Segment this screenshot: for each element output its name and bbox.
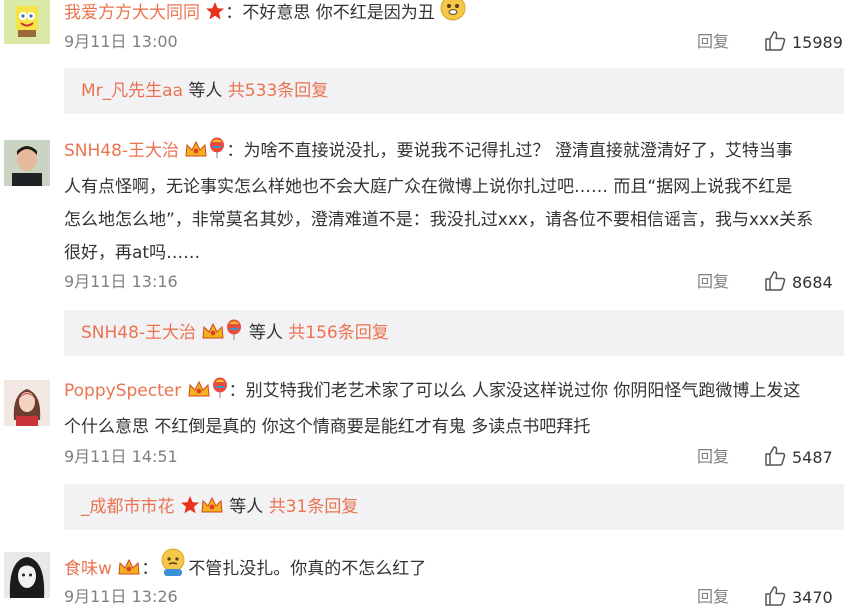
- crown-badge-icon: [187, 378, 211, 411]
- reply-thread-box[interactable]: Mr_凡先生aa 等人 共533条回复: [64, 68, 844, 114]
- thread-username[interactable]: SNH48-王大治: [81, 323, 196, 343]
- like-count: 8684: [792, 273, 833, 292]
- comment-time: 9月11日 13:26: [64, 587, 178, 606]
- like-count: 15989: [792, 33, 843, 52]
- comment-text: ：不好意思 你不红是因为丑: [225, 3, 435, 23]
- reply-button[interactable]: 回复: [697, 30, 729, 54]
- comment-1: 我爱方方大大同同 ：不好意思 你不红是因为丑 9月11日 13:00 回复 15…: [0, 0, 858, 130]
- thread-etc: 等人: [183, 81, 228, 101]
- comment-time: 9月11日 13:00: [64, 32, 178, 51]
- comment-content: SNH48-王大治 ：为啥不直接说没扎，要说我不记得扎过？ 澄清直接就澄清好了，…: [64, 135, 844, 270]
- red-star-badge-icon: [205, 0, 225, 33]
- comment-text-line-2: 人有点怪啊，无论事实怎么样她也不会大庭广众在微博上说你扎过吧…… 而且“据网上说…: [64, 177, 793, 197]
- like-button[interactable]: 15989: [764, 30, 843, 54]
- crown-badge-icon: [184, 138, 208, 171]
- balloon-badge-icon: [208, 137, 226, 171]
- avatar[interactable]: [4, 380, 50, 426]
- comment-text-line-1: ：别艾特我们老艺术家了可以么 人家没这样说过你 你阴阳怪气跑微博上发这: [228, 381, 801, 401]
- thumbs-up-icon: [765, 31, 786, 51]
- thread-total[interactable]: 共156条回复: [288, 323, 388, 343]
- reply-thread-box[interactable]: _成都市市花 等人 共31条回复: [64, 484, 844, 530]
- reply-button[interactable]: 回复: [697, 585, 729, 609]
- avatar[interactable]: [4, 552, 50, 598]
- username-link[interactable]: PoppySpecter: [64, 381, 181, 401]
- comment-3: PoppySpecter ：别艾特我们老艺术家了可以么 人家没这样说过你 你阴阳…: [0, 370, 858, 542]
- balloon-badge-icon: [225, 313, 243, 359]
- comment-content: 食味w ： 不管扎没扎。你真的不怎么红了: [64, 547, 844, 589]
- thread-username[interactable]: Mr_凡先生aa: [81, 81, 183, 101]
- comment-content: 我爱方方大大同同 ：不好意思 你不红是因为丑: [64, 0, 844, 33]
- thread-etc: 等人: [223, 497, 269, 517]
- like-button[interactable]: 5487: [764, 445, 833, 469]
- comment-text: 不管扎没扎。你真的不怎么红了: [188, 559, 427, 579]
- comment-time: 9月11日 14:51: [64, 447, 178, 466]
- comment-text-line-1: ：为啥不直接说没扎，要说我不记得扎过？ 澄清直接就澄清好了，艾特当事: [226, 141, 793, 161]
- thumbs-up-icon: [765, 271, 786, 291]
- comment-2: SNH48-王大治 ：为啥不直接说没扎，要说我不记得扎过？ 澄清直接就澄清好了，…: [0, 130, 858, 370]
- like-button[interactable]: 8684: [764, 270, 833, 294]
- like-count: 3470: [792, 588, 833, 607]
- thread-etc: 等人: [243, 323, 289, 343]
- balloon-badge-icon: [211, 377, 229, 411]
- like-count: 5487: [792, 448, 833, 467]
- username-link[interactable]: 我爱方方大大同同: [64, 3, 200, 23]
- avatar[interactable]: [4, 140, 50, 186]
- red-star-badge-icon: [180, 487, 200, 533]
- thumbs-up-icon: [765, 586, 786, 606]
- username-link[interactable]: 食味w: [64, 559, 112, 579]
- emoji-icon: [158, 547, 188, 589]
- reply-thread-box[interactable]: SNH48-王大治 等人 共156条回复: [64, 310, 844, 356]
- like-button[interactable]: 3470: [764, 585, 833, 609]
- reply-button[interactable]: 回复: [697, 445, 729, 469]
- thread-total[interactable]: 共31条回复: [269, 497, 359, 517]
- emoji-icon: [440, 0, 466, 33]
- username-link[interactable]: SNH48-王大治: [64, 141, 179, 161]
- thread-total[interactable]: 共533条回复: [228, 81, 328, 101]
- avatar[interactable]: [4, 0, 50, 44]
- comment-text-line-3: 怎么地怎么地”，非常莫名其妙，澄清难道不是：我没扎过xxx，请各位不要相信谣言，…: [64, 210, 814, 230]
- thread-username[interactable]: _成都市市花: [81, 497, 175, 517]
- crown-badge-icon: [201, 313, 225, 359]
- comment-text-line-2: 个什么意思 不红倒是真的 你这个情商要是能红才有鬼 多读点书吧拜托: [64, 417, 591, 437]
- comment-content: PoppySpecter ：别艾特我们老艺术家了可以么 人家没这样说过你 你阴阳…: [64, 375, 844, 444]
- comment-time: 9月11日 13:16: [64, 272, 178, 291]
- comment-4: 食味w ： 不管扎没扎。你真的不怎么红了 9月11日 13:26 回复 3470: [0, 542, 858, 609]
- crown-badge-icon: [200, 487, 224, 533]
- thumbs-up-icon: [765, 446, 786, 466]
- comment-text-line-4: 很好，再at吗……: [64, 243, 201, 263]
- reply-button[interactable]: 回复: [697, 270, 729, 294]
